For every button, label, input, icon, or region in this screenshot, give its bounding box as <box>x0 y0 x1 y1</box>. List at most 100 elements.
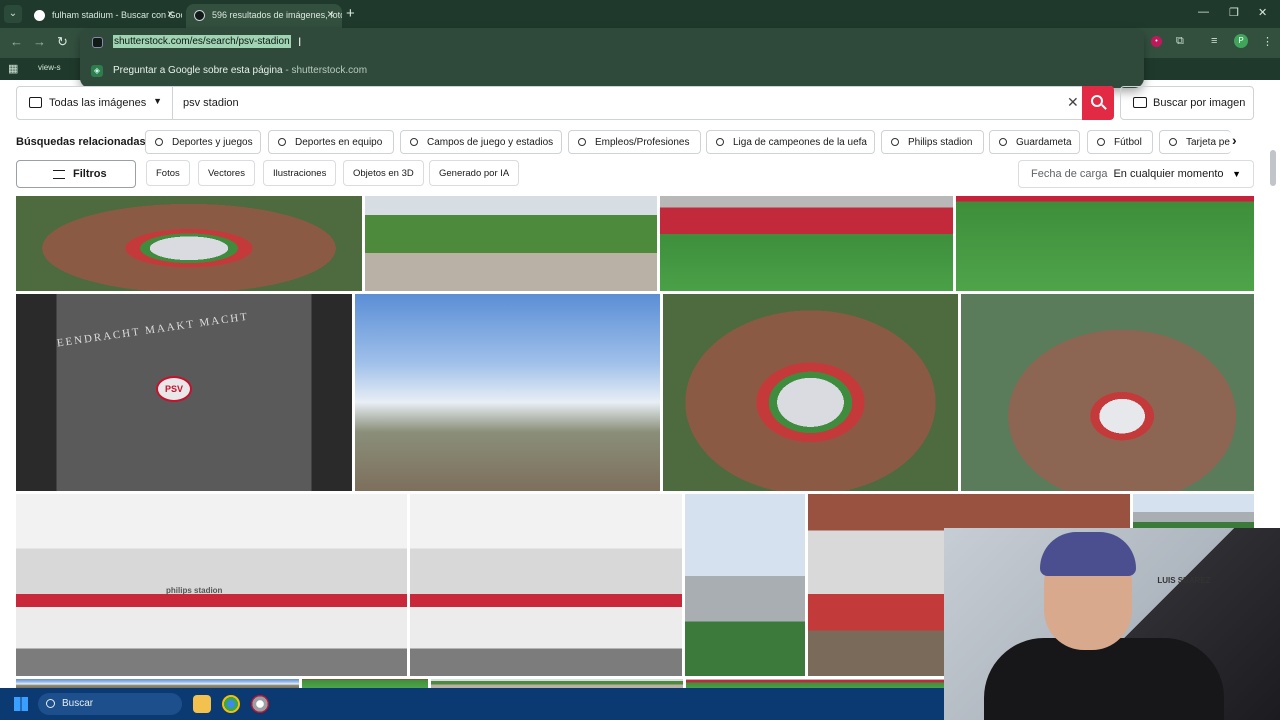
chip-label: Campos de juego y estadios <box>427 137 554 148</box>
result-image[interactable] <box>685 494 805 676</box>
related-chip[interactable]: Deportes y juegos <box>145 130 261 154</box>
restore-icon[interactable]: ❐ <box>1229 6 1239 19</box>
new-tab-button[interactable]: + <box>346 5 355 22</box>
filters-button[interactable]: Filtros <box>16 160 136 188</box>
address-bar-url[interactable]: shutterstock.com/es/search/psv-stadion <box>113 35 291 48</box>
back-icon[interactable]: ← <box>10 34 23 49</box>
result-image[interactable] <box>16 679 299 688</box>
extensions-icon[interactable]: ⧉ <box>1176 35 1184 48</box>
result-image[interactable] <box>431 679 683 688</box>
suggestion-source: - shutterstock.com <box>282 65 368 76</box>
apps-grid-icon[interactable]: ▦ <box>8 62 18 75</box>
chip-label: Deportes en equipo <box>295 137 383 148</box>
sliders-icon <box>53 170 65 179</box>
chip-label: Empleos/Profesiones <box>595 137 690 148</box>
result-image[interactable] <box>16 196 362 291</box>
file-explorer-icon[interactable] <box>193 695 211 713</box>
search-bar: Todas las imágenes ▼ psv stadion ✕ <box>16 86 1114 120</box>
caret-down-icon: ▼ <box>153 96 162 106</box>
related-chip[interactable]: Empleos/Profesiones <box>568 130 701 154</box>
omnibox-suggestion[interactable]: Preguntar a Google sobre esta página - s… <box>113 65 367 76</box>
result-image[interactable]: EENDRACHT MAAKT MACHT PSV <box>16 294 352 491</box>
result-image[interactable] <box>961 294 1254 491</box>
search-button[interactable] <box>1082 86 1114 120</box>
filter-ai-generated[interactable]: Generado por IA <box>429 160 520 186</box>
person-hair <box>1040 532 1136 576</box>
minimize-icon[interactable]: — <box>1198 6 1209 18</box>
menu-kebab-icon[interactable]: ⋮ <box>1262 35 1273 48</box>
result-image[interactable] <box>302 679 428 688</box>
search-icon <box>155 138 163 146</box>
filters-label: Filtros <box>73 168 107 180</box>
chip-label: Tarjeta pe <box>1186 137 1230 148</box>
tab-fulham[interactable]: fulham stadium - Buscar con Google × <box>26 4 182 28</box>
close-tab-icon[interactable]: × <box>327 7 334 21</box>
related-chip[interactable]: Philips stadion <box>881 130 984 154</box>
clear-search-icon[interactable]: ✕ <box>1067 94 1079 111</box>
extension-badge-icon[interactable]: • <box>1151 36 1162 47</box>
media-controls-icon[interactable]: ≡ <box>1211 35 1217 47</box>
taskbar-search[interactable]: Buscar <box>38 693 182 715</box>
tab-shutterstock[interactable]: 596 resultados de imágenes, fotos × <box>186 4 342 28</box>
camera-icon <box>1133 97 1147 108</box>
search-icon <box>46 699 55 708</box>
poster-text: LUIS SUAREZ <box>1157 576 1211 585</box>
chip-label: Guardameta <box>1016 137 1072 148</box>
person-shirt <box>984 638 1224 720</box>
app-icon[interactable] <box>251 695 269 713</box>
reload-icon[interactable]: ↻ <box>57 34 68 50</box>
filter-illustrations[interactable]: Ilustraciones <box>263 160 337 186</box>
related-chip[interactable]: Guardameta <box>989 130 1080 154</box>
upload-date-label: Fecha de carga <box>1031 168 1108 180</box>
search-by-image-button[interactable]: Buscar por imagen <box>1120 86 1254 120</box>
search-input[interactable]: psv stadion <box>183 97 239 109</box>
windows-taskbar: Buscar <box>0 688 944 720</box>
bookmark-item[interactable]: view-s <box>38 63 61 72</box>
filter-photos[interactable]: Fotos <box>146 160 190 186</box>
gemini-icon: ◈ <box>91 65 103 77</box>
search-by-image-label: Buscar por imagen <box>1153 97 1246 109</box>
filter-vectors[interactable]: Vectores <box>198 160 255 186</box>
search-icon <box>1169 138 1177 146</box>
site-info-icon[interactable] <box>92 37 103 48</box>
result-image[interactable]: philips stadion <box>16 494 407 676</box>
result-image[interactable] <box>660 196 953 291</box>
tab-title: 596 resultados de imágenes, fotos <box>212 10 342 20</box>
search-icon <box>999 138 1007 146</box>
related-chip[interactable]: Tarjeta pe <box>1159 130 1231 154</box>
chrome-icon[interactable] <box>222 695 240 713</box>
windows-start-icon[interactable] <box>14 697 28 711</box>
result-image[interactable] <box>686 679 944 688</box>
chip-label: Deportes y juegos <box>172 137 253 148</box>
close-tab-icon[interactable]: × <box>167 7 174 21</box>
chip-label: Fútbol <box>1114 137 1142 148</box>
image-icon <box>29 97 42 108</box>
chevron-right-icon[interactable]: › <box>1232 132 1237 148</box>
search-scope-dropdown[interactable]: Todas las imágenes ▼ <box>17 87 173 119</box>
upload-date-dropdown[interactable]: Fecha de carga En cualquier momento ▼ <box>1018 160 1254 188</box>
result-image[interactable] <box>365 196 657 291</box>
result-image[interactable] <box>663 294 958 491</box>
related-chip[interactable]: Liga de campeones de la uefa <box>706 130 875 154</box>
search-icon <box>716 138 724 146</box>
taskbar-search-label: Buscar <box>62 698 94 709</box>
search-icon <box>1097 138 1105 146</box>
search-icon-handle <box>1101 104 1107 110</box>
gate-motto-text: EENDRACHT MAAKT MACHT <box>56 310 250 350</box>
result-image[interactable] <box>956 196 1254 291</box>
close-window-icon[interactable]: ✕ <box>1258 6 1267 19</box>
shutterstock-icon <box>194 10 205 21</box>
result-image[interactable] <box>355 294 660 491</box>
page-scrollbar[interactable] <box>1270 150 1276 186</box>
psv-badge: PSV <box>156 376 192 402</box>
related-chip[interactable]: Campos de juego y estadios <box>400 130 562 154</box>
result-image[interactable] <box>410 494 682 676</box>
tab-search-menu[interactable]: ⌄ <box>4 5 22 23</box>
filter-3d-objects[interactable]: Objetos en 3D <box>343 160 424 186</box>
related-chip[interactable]: Deportes en equipo <box>268 130 394 154</box>
forward-icon[interactable]: → <box>33 34 46 49</box>
profile-avatar[interactable]: P <box>1234 34 1248 48</box>
search-icon <box>891 138 899 146</box>
related-chip[interactable]: Fútbol <box>1087 130 1153 154</box>
suggestion-text: Preguntar a Google sobre esta página <box>113 65 283 76</box>
